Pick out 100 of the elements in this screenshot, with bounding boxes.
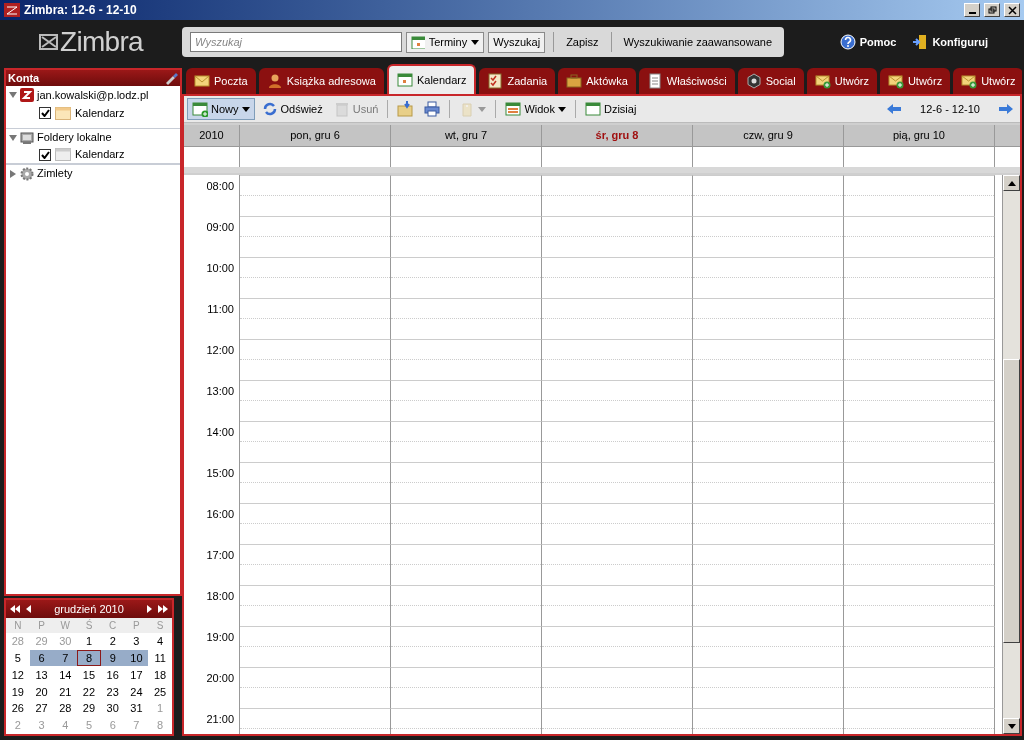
- calendar-folder-item[interactable]: Kalendarz: [6, 104, 180, 122]
- tab[interactable]: Kalendarz: [386, 64, 477, 94]
- hour-label: 16:00: [184, 503, 240, 544]
- calendar-icon: [396, 72, 413, 88]
- hour-label: 08:00: [184, 175, 240, 216]
- calendar-day[interactable]: 2: [100, 633, 125, 650]
- next-year-icon: [158, 604, 168, 613]
- tab[interactable]: Aktówka: [558, 68, 636, 94]
- calendar-day[interactable]: 20: [29, 683, 54, 700]
- calendar-day[interactable]: 13: [29, 667, 54, 683]
- calendar-day[interactable]: 23: [100, 683, 125, 700]
- tab[interactable]: Zadania: [479, 68, 556, 94]
- document-icon: [646, 73, 663, 89]
- calendar-day[interactable]: 15: [77, 667, 101, 683]
- tab[interactable]: Utwórz: [953, 68, 1022, 94]
- tree-item[interactable]: Foldery lokalne: [6, 128, 180, 146]
- print-icon: [424, 101, 441, 117]
- date-range: 12-6 - 12-10: [919, 101, 981, 117]
- calendar-day[interactable]: 27: [29, 700, 54, 717]
- new-button[interactable]: Nowy: [187, 98, 255, 120]
- calendar-day[interactable]: 26: [6, 700, 30, 717]
- tree-item[interactable]: jan.kowalski@p.lodz.pl: [6, 86, 180, 104]
- calendar-day[interactable]: 9: [100, 650, 125, 667]
- hour-label: 10:00: [184, 257, 240, 298]
- envelope-icon: [194, 73, 210, 89]
- calendar-day[interactable]: 22: [77, 683, 101, 700]
- calendar-day[interactable]: 12: [6, 667, 30, 683]
- previous-year-icon: [10, 604, 20, 613]
- tab[interactable]: Właściwości: [638, 68, 735, 94]
- hour-label: 09:00: [184, 216, 240, 257]
- day-header: śr, gru 8: [542, 125, 693, 146]
- calendar-day[interactable]: 6: [29, 650, 54, 667]
- calendar-day[interactable]: 11: [148, 650, 172, 667]
- advanced-search-link[interactable]: Wyszukiwanie zaawansowane: [619, 33, 776, 51]
- weekday-label: P: [37, 618, 46, 633]
- calendar-day[interactable]: 5: [6, 650, 30, 667]
- search-type-dropdown[interactable]: Terminy: [405, 31, 485, 53]
- previous-month-icon: [26, 604, 31, 613]
- close-button[interactable]: [1004, 3, 1020, 17]
- calendar-day[interactable]: 18: [148, 667, 172, 683]
- checkbox[interactable]: [39, 148, 51, 161]
- refresh-icon: [261, 101, 278, 117]
- window-title: Zimbra: 12-6 - 12-10: [24, 2, 138, 19]
- door-arrow-icon: [912, 34, 929, 50]
- search-button[interactable]: Wyszukaj: [488, 31, 546, 53]
- calendar-day[interactable]: 17: [124, 667, 149, 683]
- weekday-label: W: [59, 618, 71, 633]
- help-button[interactable]: Pomoc: [839, 33, 897, 51]
- calendar-day[interactable]: 4: [148, 633, 172, 650]
- calendar-day[interactable]: 29: [77, 700, 101, 717]
- tab[interactable]: Utwórz: [806, 68, 877, 94]
- tab[interactable]: Książka adresowa: [258, 68, 384, 94]
- tab[interactable]: Poczta: [186, 68, 256, 94]
- view-button[interactable]: Widok: [501, 98, 570, 120]
- panel-title: Konta: [8, 70, 40, 86]
- calendar-day[interactable]: 21: [53, 683, 78, 700]
- logo-envelope-icon: [39, 32, 59, 52]
- hour-label: 20:00: [184, 667, 240, 708]
- tab[interactable]: Social: [737, 68, 804, 94]
- hour-label: 21:00: [184, 708, 240, 734]
- settings-button[interactable]: Konfiguruj: [912, 33, 988, 51]
- day-header: pon, gru 6: [240, 125, 391, 146]
- tree-item[interactable]: Zimlety: [6, 164, 180, 182]
- pin-icon: [164, 71, 178, 85]
- calendar-day[interactable]: 19: [6, 683, 30, 700]
- calendar-day[interactable]: 3: [124, 633, 149, 650]
- calendar-day[interactable]: 16: [100, 667, 125, 683]
- calendar-day[interactable]: 10: [124, 650, 149, 667]
- calendar-day[interactable]: 14: [53, 667, 78, 683]
- tab[interactable]: Utwórz: [879, 68, 951, 94]
- search-field[interactable]: Wyszukaj: [190, 32, 402, 52]
- person-icon: [266, 73, 283, 89]
- calendar-day[interactable]: 7: [53, 650, 78, 667]
- calendar-day[interactable]: 31: [124, 700, 149, 717]
- checkbox[interactable]: [39, 107, 51, 119]
- compose-mail-icon: [961, 73, 978, 89]
- day-header: czw, gru 9: [693, 125, 844, 146]
- help-icon: [839, 34, 856, 50]
- calendar-day[interactable]: 8: [77, 650, 101, 667]
- tree-label: Zimlety: [37, 166, 73, 182]
- hour-label: 18:00: [184, 585, 240, 626]
- minimize-button[interactable]: [964, 3, 980, 17]
- hour-label: 14:00: [184, 421, 240, 462]
- scrollbar[interactable]: [1002, 175, 1020, 734]
- minimize-icon: [968, 12, 976, 14]
- logo: Zimbra: [60, 28, 143, 56]
- today-button[interactable]: Dzisiaj: [580, 98, 641, 120]
- calendar-day[interactable]: 30: [100, 700, 125, 717]
- refresh-button[interactable]: Odśwież: [257, 98, 327, 120]
- scroll-down-icon: [1007, 723, 1016, 729]
- calendar-day[interactable]: 25: [148, 683, 172, 700]
- calendar-day[interactable]: 24: [124, 683, 149, 700]
- restore-button[interactable]: [984, 3, 1000, 17]
- calendar-day[interactable]: 28: [53, 700, 78, 717]
- save-search-button[interactable]: Zapisz: [562, 33, 603, 51]
- folder-arrow-icon: [397, 101, 414, 117]
- calendar-day[interactable]: 1: [77, 633, 101, 650]
- weekday-label: S: [155, 618, 165, 633]
- calendar-folder-item[interactable]: Kalendarz: [6, 146, 180, 164]
- tree-label: Kalendarz: [75, 105, 125, 121]
